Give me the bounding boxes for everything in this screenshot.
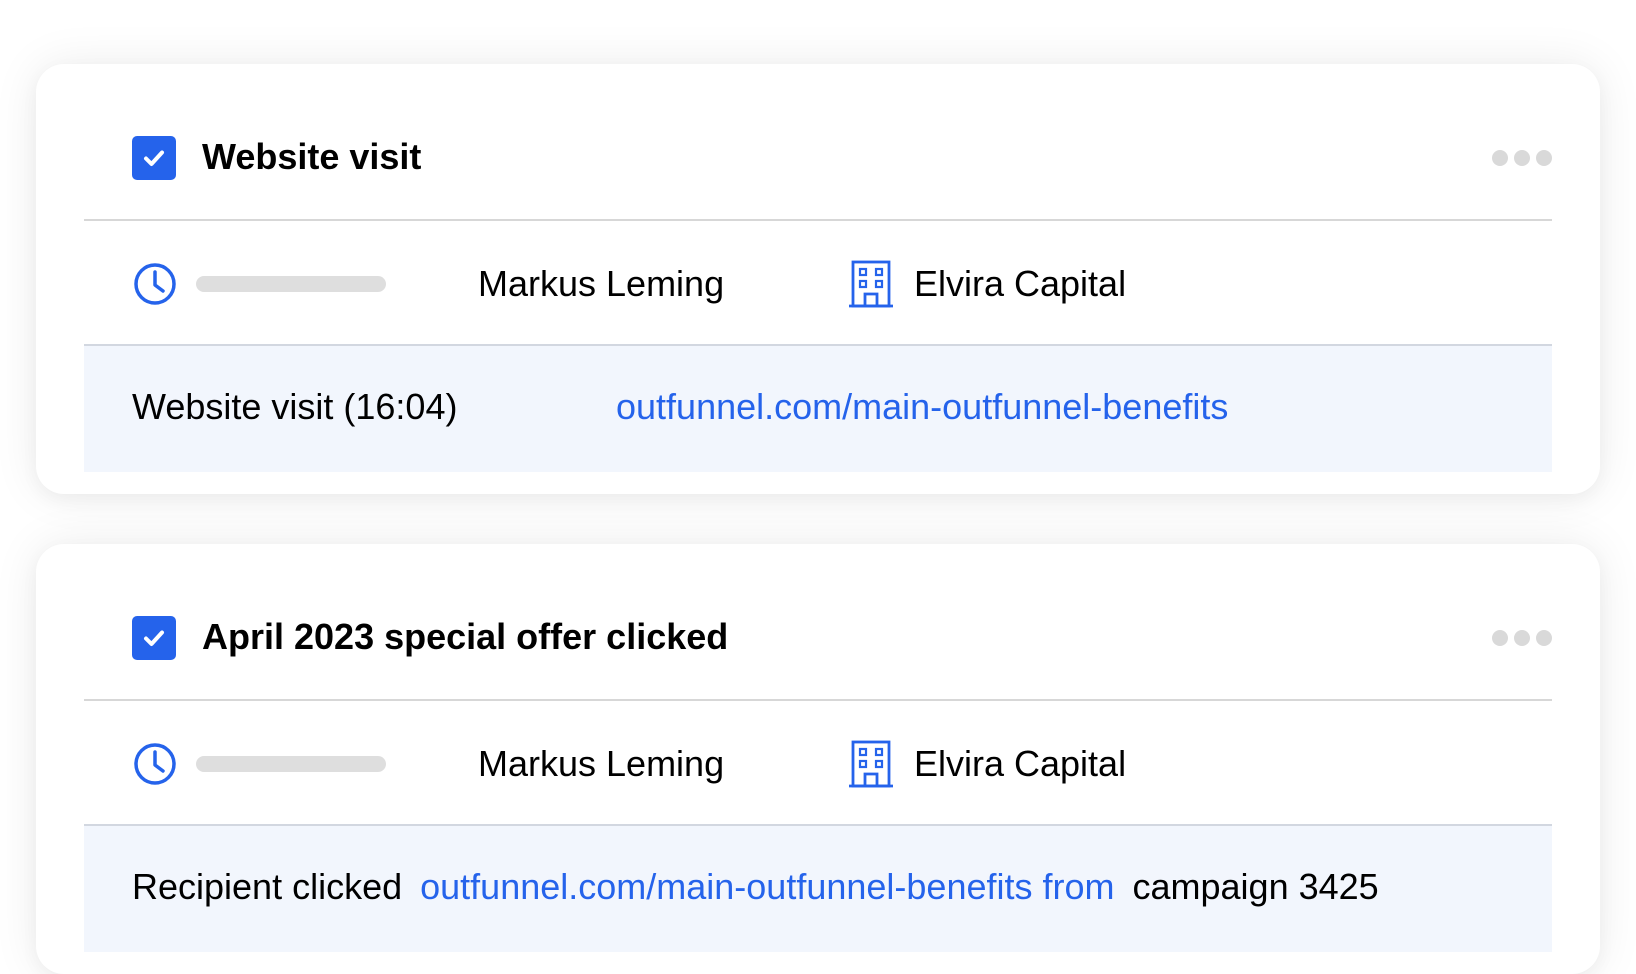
- check-icon: [144, 630, 164, 646]
- activity-meta-row: Markus Leming Elvira Capital: [84, 221, 1552, 346]
- activity-card-website-visit: Website visit Markus Leming Elvira Capit…: [36, 64, 1600, 494]
- activity-detail: Recipient clicked outfunnel.com/main-outf…: [84, 826, 1552, 952]
- detail-prefix: Recipient clicked: [132, 866, 403, 907]
- activity-card-header: April 2023 special offer clicked: [84, 544, 1552, 701]
- activity-checkbox[interactable]: [132, 136, 176, 180]
- more-horizontal-icon-dot: [1492, 150, 1508, 166]
- activity-card-header: Website visit: [84, 64, 1552, 221]
- activity-title: April 2023 special offer clicked: [202, 616, 729, 657]
- visited-page-link[interactable]: outfunnel.com/main-outfunnel-benefits: [616, 384, 1228, 430]
- timestamp-placeholder: [196, 756, 386, 772]
- more-options-button[interactable]: [1492, 150, 1552, 166]
- contact-name[interactable]: Markus Leming: [478, 261, 724, 307]
- more-horizontal-icon-dot: [1536, 630, 1552, 646]
- timestamp-placeholder: [196, 276, 386, 292]
- more-options-button[interactable]: [1492, 630, 1552, 646]
- more-horizontal-icon-dot: [1492, 630, 1508, 646]
- contact-name[interactable]: Markus Leming: [478, 741, 724, 787]
- clock-icon: [134, 263, 176, 305]
- activity-checkbox[interactable]: [132, 616, 176, 660]
- activity-card-offer-clicked: April 2023 special offer clicked Markus …: [36, 544, 1600, 974]
- activity-title: Website visit: [202, 136, 422, 177]
- detail-sentence: Recipient clicked outfunnel.com/main-outf…: [132, 864, 1379, 910]
- check-icon: [144, 150, 164, 166]
- activity-meta-row: Markus Leming Elvira Capital: [84, 701, 1552, 826]
- clicked-link[interactable]: outfunnel.com/main-outfunnel-benefits fr…: [420, 866, 1114, 907]
- clock-icon: [134, 743, 176, 785]
- campaign-label: campaign 3425: [1132, 866, 1379, 907]
- building-icon: [849, 740, 893, 788]
- more-horizontal-icon-dot: [1536, 150, 1552, 166]
- company-name[interactable]: Elvira Capital: [914, 261, 1126, 307]
- company-name[interactable]: Elvira Capital: [914, 741, 1126, 787]
- more-horizontal-icon-dot: [1514, 150, 1530, 166]
- activity-detail: Website visit (16:04) outfunnel.com/main…: [84, 346, 1552, 472]
- detail-label: Website visit (16:04): [132, 386, 458, 427]
- more-horizontal-icon-dot: [1514, 630, 1530, 646]
- building-icon: [849, 260, 893, 308]
